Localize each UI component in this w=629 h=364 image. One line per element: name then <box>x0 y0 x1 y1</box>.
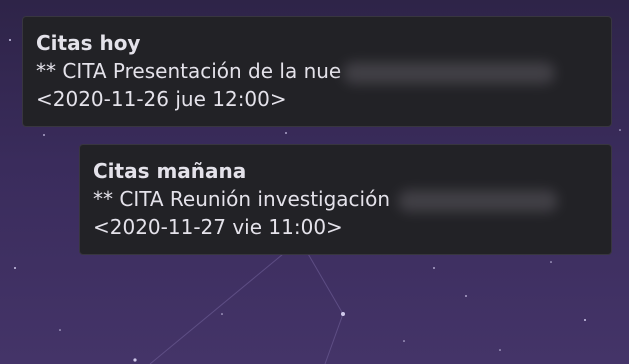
notification-body-event: ** CITA Reunión investigación <box>93 185 598 213</box>
notification-citas-manana[interactable]: Citas mañana ** CITA Reunión investigaci… <box>79 144 612 255</box>
redacted-region <box>398 189 559 212</box>
notification-title: Citas mañana <box>93 159 247 183</box>
notification-timestamp: <2020-11-27 vie 11:00> <box>93 215 343 239</box>
notification-title: Citas hoy <box>36 31 141 55</box>
notification-citas-hoy[interactable]: Citas hoy ** CITA Presentación de la nue… <box>22 16 612 127</box>
notification-timestamp: <2020-11-26 jue 12:00> <box>36 87 287 111</box>
notification-body-event: ** CITA Presentación de la nue <box>36 57 598 85</box>
constellation-lines <box>149 239 344 364</box>
event-text: ** CITA Reunión investigación <box>93 187 391 211</box>
redacted-region <box>343 61 556 84</box>
event-text: ** CITA Presentación de la nue <box>36 59 342 83</box>
